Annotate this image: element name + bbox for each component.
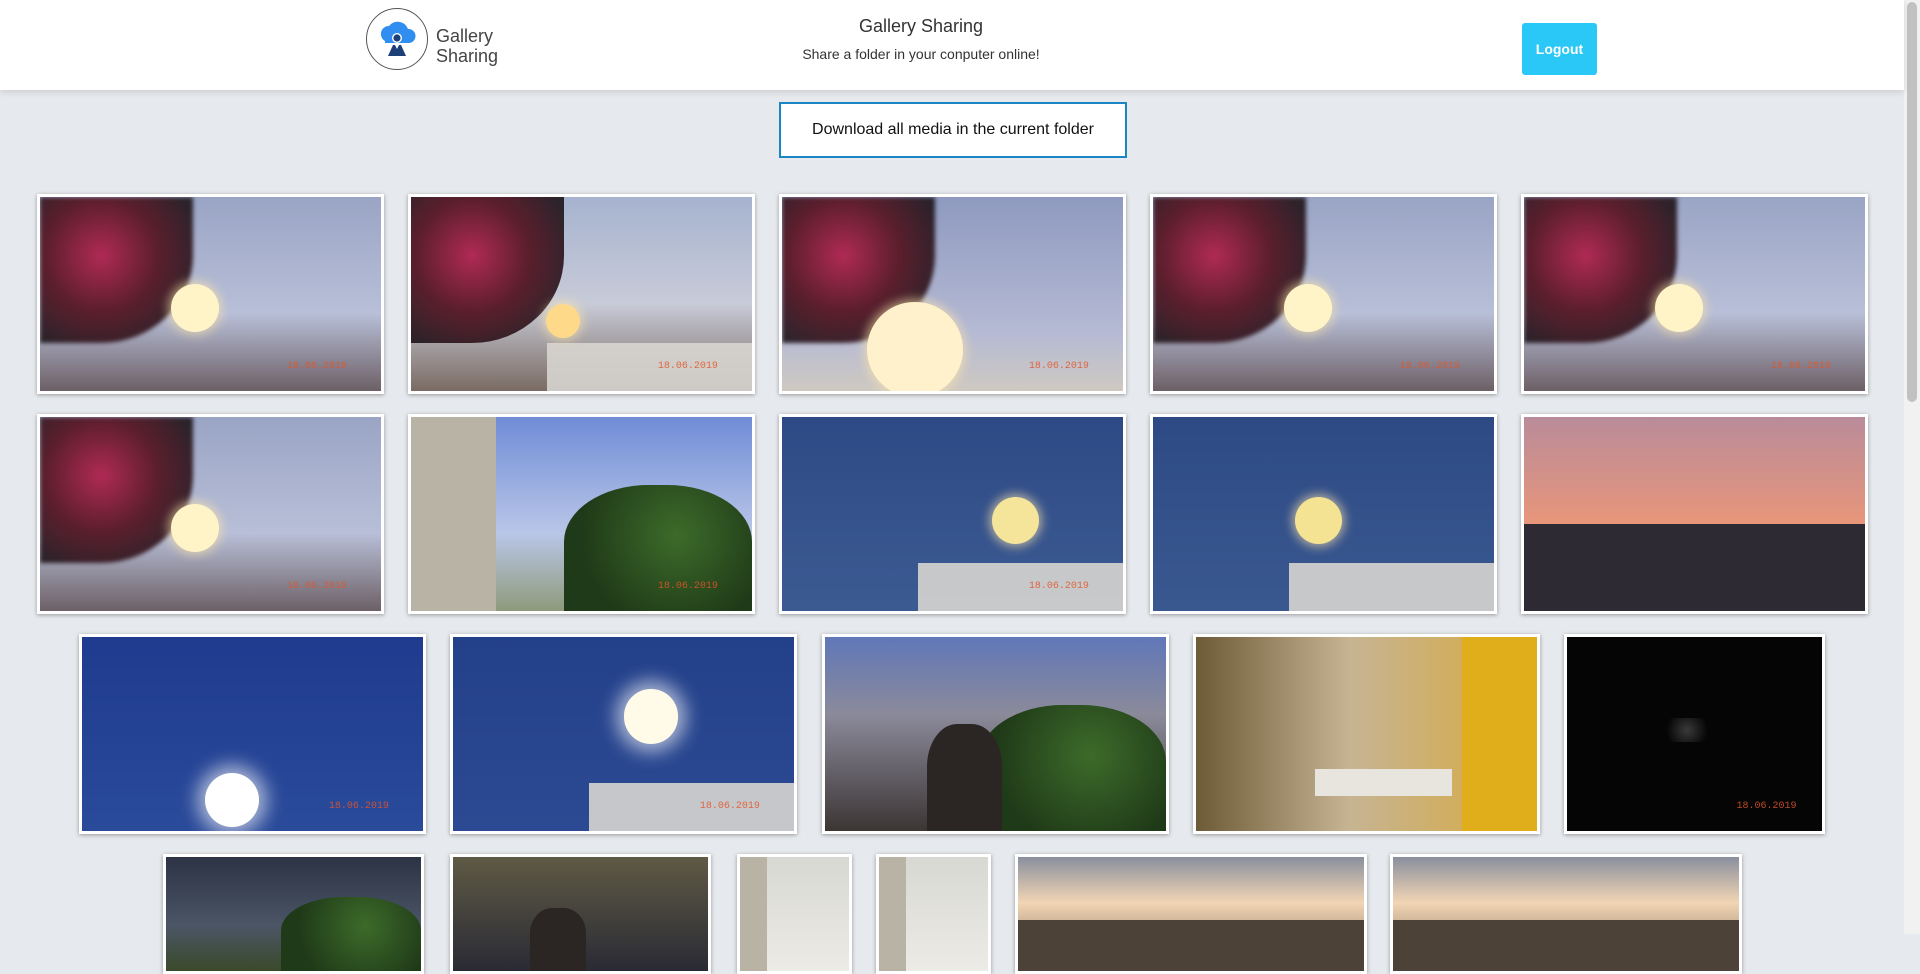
gallery-thumbnail[interactable]: 18.06.2019 — [779, 194, 1126, 394]
photo-image: 18.06.2019 — [1567, 637, 1822, 831]
moon-shape — [1294, 496, 1343, 545]
gallery-thumbnail[interactable]: 18.06.2019 — [450, 634, 797, 834]
photo-image: 18.06.2019 — [40, 417, 381, 611]
photo-image: 18.06.2019 — [40, 197, 381, 391]
flower-foreground — [1153, 197, 1307, 343]
building-silhouette — [1524, 523, 1865, 611]
flower-foreground — [411, 197, 565, 343]
gallery-thumbnail[interactable] — [1390, 854, 1742, 974]
photo-image — [166, 857, 421, 971]
moon-shape — [1284, 284, 1333, 333]
field-horizon — [1018, 919, 1364, 971]
photo-image: 18.06.2019 — [1524, 197, 1865, 391]
photo-date-stamp: 18.06.2019 — [657, 580, 718, 592]
moon-shape — [991, 496, 1040, 545]
photo-date-stamp: 18.06.2019 — [1770, 360, 1831, 372]
moon-shape — [1655, 284, 1704, 333]
person-figure — [927, 724, 1003, 831]
moon-shape — [171, 284, 220, 333]
gallery-thumbnail[interactable] — [737, 854, 852, 974]
brand-name: Gallery Sharing — [436, 26, 498, 66]
photo-image — [1153, 417, 1494, 611]
moon-shape — [623, 689, 679, 744]
kitchen-table — [1315, 768, 1452, 797]
moon-shape — [171, 504, 220, 553]
gallery-thumbnail[interactable]: 18.06.2019 — [1521, 194, 1868, 394]
field-horizon — [1393, 919, 1739, 971]
photo-date-stamp: 18.06.2019 — [1028, 360, 1089, 372]
gallery-thumbnail[interactable]: 18.06.2019 — [408, 194, 755, 394]
brand-line-2: Sharing — [436, 46, 499, 66]
gallery-thumbnail[interactable]: 18.06.2019 — [1150, 194, 1497, 394]
photo-image — [740, 857, 849, 971]
faint-light — [1663, 718, 1710, 742]
gallery-thumbnail[interactable]: 18.06.2019 — [1564, 634, 1825, 834]
gallery-thumbnail[interactable] — [1150, 414, 1497, 614]
photo-image: 18.06.2019 — [782, 417, 1123, 611]
wall-shape — [879, 857, 907, 971]
photo-image — [1196, 637, 1537, 831]
photo-image — [1393, 857, 1739, 971]
cloud-user-icon — [380, 21, 416, 56]
photo-image — [1018, 857, 1364, 971]
photo-date-stamp: 18.06.2019 — [1399, 360, 1460, 372]
gallery-thumbnail[interactable] — [822, 634, 1169, 834]
photo-date-stamp: 18.06.2019 — [1028, 580, 1089, 592]
rooftop-shape — [1289, 562, 1494, 611]
moon-shape — [867, 301, 963, 391]
photo-date-stamp: 18.06.2019 — [286, 360, 347, 372]
moon-shape — [545, 303, 580, 338]
gallery-thumbnail[interactable] — [876, 854, 991, 974]
gallery-thumbnail[interactable]: 18.06.2019 — [37, 194, 384, 394]
gallery-thumbnail[interactable]: 18.06.2019 — [408, 414, 755, 614]
app-header: Gallery Sharing Gallery Sharing Share a … — [0, 0, 1904, 90]
photo-image: 18.06.2019 — [411, 417, 752, 611]
photo-image: 18.06.2019 — [411, 197, 752, 391]
photo-date-stamp: 18.06.2019 — [657, 360, 718, 372]
gallery-thumbnail[interactable]: 18.06.2019 — [779, 414, 1126, 614]
wall-shape — [411, 417, 497, 611]
gallery-thumbnail[interactable] — [1521, 414, 1868, 614]
rooftop-shape — [589, 782, 794, 831]
page-subtitle: Share a folder in your conputer online! — [802, 46, 1040, 62]
gallery-thumbnail[interactable]: 18.06.2019 — [79, 634, 426, 834]
flower-foreground — [40, 197, 194, 343]
photo-image: 18.06.2019 — [1153, 197, 1494, 391]
gallery-thumbnail[interactable] — [1193, 634, 1540, 834]
photo-image — [453, 857, 708, 971]
kitchen-cabinets — [1461, 637, 1537, 831]
logout-button[interactable]: Logout — [1522, 23, 1597, 75]
gallery-thumbnail[interactable] — [163, 854, 424, 974]
rooftop-shape — [547, 342, 752, 391]
app-logo[interactable] — [366, 8, 428, 70]
photo-image: 18.06.2019 — [782, 197, 1123, 391]
moon-shape — [204, 772, 260, 828]
flower-foreground — [40, 417, 194, 563]
photo-image — [879, 857, 988, 971]
flower-foreground — [1524, 197, 1678, 343]
vertical-scrollbar[interactable] — [1904, 0, 1920, 934]
photo-image: 18.06.2019 — [453, 637, 794, 831]
rooftop-shape — [918, 562, 1123, 611]
photo-image: 18.06.2019 — [82, 637, 423, 831]
gallery-thumbnail[interactable] — [450, 854, 711, 974]
wall-shape — [740, 857, 768, 971]
scrollbar-thumb[interactable] — [1907, 2, 1917, 402]
person-figure — [529, 908, 586, 971]
photo-date-stamp: 18.06.2019 — [328, 800, 389, 812]
photo-date-stamp: 18.06.2019 — [699, 800, 760, 812]
photo-gallery: 18.06.2019 18.06.2019 18.06.2019 18.06.2019… — [0, 0, 1904, 974]
page-title: Gallery Sharing — [858, 16, 984, 36]
gallery-thumbnail[interactable]: 18.06.2019 — [37, 414, 384, 614]
gallery-thumbnail[interactable] — [1015, 854, 1367, 974]
photo-image — [1524, 417, 1865, 611]
tree-foliage — [564, 484, 752, 611]
photo-date-stamp: 18.06.2019 — [286, 580, 347, 592]
brand-line-1: Gallery — [436, 26, 494, 46]
photo-date-stamp: 18.06.2019 — [1736, 800, 1797, 812]
tree-foliage — [978, 704, 1166, 831]
photo-image — [825, 637, 1166, 831]
